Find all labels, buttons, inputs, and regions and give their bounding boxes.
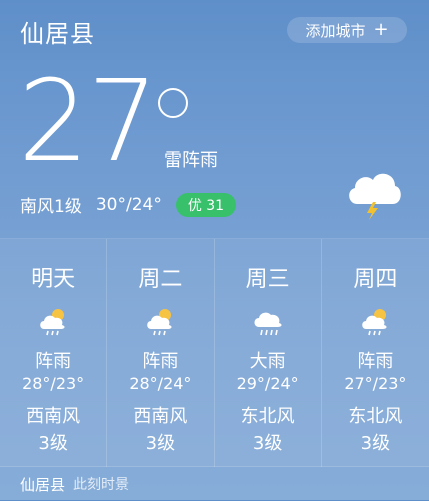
forecast-temp: 28°/24° [129, 374, 192, 393]
forecast-wind-level: 3级 [38, 433, 68, 454]
forecast-wind: 西南风 [26, 406, 81, 427]
footer-live-view-link[interactable]: 此刻时景 [73, 474, 129, 494]
footer: 仙居县 此刻时景 [0, 466, 429, 501]
plus-icon: + [373, 19, 389, 40]
forecast-condition: 大雨 [249, 351, 286, 372]
forecast-temp: 28°/23° [22, 374, 85, 393]
current-temperature: 27 [18, 57, 159, 187]
forecast-wind-level: 3级 [145, 433, 176, 454]
forecast-day-label: 周二 [138, 267, 183, 292]
aqi-badge[interactable]: 优 31 [175, 192, 237, 217]
sun-cloud-rain-icon [362, 309, 387, 336]
forecast-condition: 阵雨 [357, 351, 394, 372]
forecast-wind: 东北风 [240, 406, 295, 427]
thunderstorm-cloud-icon [349, 173, 401, 220]
forecast-temp: 27°/23° [344, 374, 407, 393]
current-wind: 南风1级 [20, 197, 82, 217]
degree-symbol-icon [158, 88, 188, 118]
forecast-day[interactable]: 周四 阵雨 27°/23° 东北风 3级 [322, 239, 429, 467]
forecast-wind: 西南风 [133, 406, 188, 427]
current-temp-range: 30°/24° [95, 194, 162, 215]
forecast-day[interactable]: 周二 阵雨 28°/24° 西南风 3级 [107, 239, 215, 467]
forecast-day[interactable]: 明天 阵雨 28°/23° 西南风 3级 [0, 239, 108, 467]
city-title[interactable]: 仙居县 [20, 14, 95, 49]
header: 仙居县 添加城市 + [0, 0, 429, 60]
forecast-day-label: 周三 [245, 267, 290, 292]
forecast-grid: 明天 阵雨 28°/23° 西南风 3级 周二 阵雨 28°/24° 西南风 3… [0, 238, 429, 467]
forecast-condition: 阵雨 [35, 351, 72, 372]
forecast-wind: 东北风 [348, 406, 403, 427]
forecast-condition: 阵雨 [142, 351, 179, 372]
current-condition: 雷阵雨 [164, 150, 218, 171]
forecast-day-label: 明天 [31, 267, 76, 292]
add-city-button[interactable]: 添加城市 + [287, 17, 407, 43]
forecast-wind-level: 3级 [360, 433, 391, 454]
footer-city: 仙居县 [20, 475, 66, 494]
cloud-rain-icon [254, 312, 282, 336]
current-details: 南风1级 30°/24° 优 31 [20, 192, 237, 217]
add-city-label: 添加城市 [305, 21, 366, 40]
forecast-wind-level: 3级 [252, 433, 283, 454]
forecast-day[interactable]: 周三 大雨 29°/24° 东北风 3级 [215, 239, 322, 467]
sun-cloud-rain-icon [147, 309, 172, 336]
sun-cloud-rain-icon [40, 309, 65, 336]
forecast-temp: 29°/24° [236, 374, 299, 393]
forecast-day-label: 周四 [353, 267, 398, 292]
